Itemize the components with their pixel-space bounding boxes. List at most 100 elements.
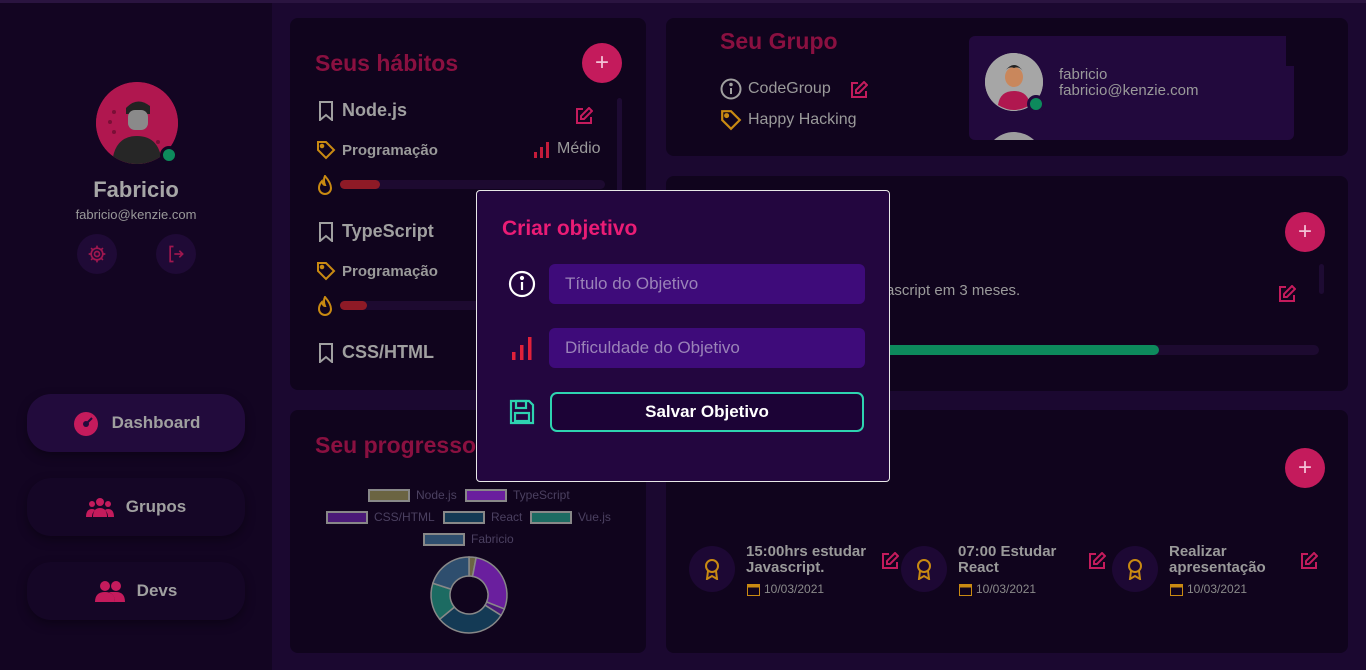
info-icon-wrap (505, 267, 539, 301)
member-avatar (985, 132, 1043, 140)
activity-date-text: 10/03/2021 (976, 582, 1037, 596)
habit-name: Node.js (318, 100, 407, 121)
nav-devs-label: Devs (136, 581, 178, 600)
modal-title: Criar objetivo (502, 217, 638, 240)
add-activity-button[interactable]: + (1285, 448, 1325, 488)
nav-dashboard[interactable]: Dashboard (27, 394, 245, 452)
create-goal-modal: Criar objetivo Salvar Objetivo (476, 190, 890, 482)
activity-title: 07:00 Estudar React (958, 543, 1057, 576)
edit-icon[interactable] (1300, 552, 1318, 570)
habit-category-text: Programação (342, 262, 438, 280)
calendar-icon (747, 583, 760, 596)
habit-name-text: TypeScript (342, 221, 434, 241)
user-email: fabricio@kenzie.com (75, 207, 197, 222)
tag-icon (317, 141, 336, 160)
legend-label: TypeScript (513, 488, 570, 502)
edit-icon[interactable] (850, 81, 868, 99)
habit-name-text: CSS/HTML (342, 342, 434, 362)
progress-donut-chart (430, 556, 508, 634)
nav-devs[interactable]: Devs (27, 562, 245, 620)
donut-slice-fabricio[interactable] (431, 556, 470, 591)
bookmark-icon (319, 100, 333, 121)
bookmark-icon (319, 342, 333, 363)
legend-label: CSS/HTML (374, 510, 435, 524)
habit-difficulty-text: Médio (557, 140, 601, 157)
users-icon (94, 581, 125, 602)
legend-item[interactable]: Node.js (368, 488, 457, 502)
edit-icon[interactable] (1278, 285, 1296, 303)
edit-icon[interactable] (881, 552, 899, 570)
fire-icon (317, 296, 333, 316)
activity-title: Realizar apresentação (1169, 543, 1266, 576)
member-list-notch (1286, 36, 1294, 66)
nav-dashboard-label: Dashboard (111, 413, 201, 432)
activity-title: 15:00hrs estudar Javascript. (746, 543, 867, 576)
logout-icon (169, 245, 184, 263)
legend-swatch (443, 510, 485, 524)
group-category: Happy Hacking (720, 109, 857, 131)
activity-date-text: 10/03/2021 (1187, 582, 1248, 596)
fire-icon (317, 175, 333, 195)
edit-icon[interactable] (575, 107, 593, 125)
signal-bars-icon (512, 337, 532, 360)
online-status-dot (160, 146, 178, 164)
legend-item[interactable]: CSS/HTML (326, 510, 435, 524)
settings-button[interactable] (77, 234, 117, 274)
habit-progress-bar (340, 301, 490, 310)
legend-item[interactable]: Fabricio (423, 532, 514, 546)
legend-item[interactable]: React (443, 510, 522, 524)
gear-icon (88, 245, 106, 263)
bookmark-icon (319, 221, 333, 242)
logout-button[interactable] (156, 234, 196, 274)
activity-medal (689, 546, 735, 592)
goals-scrollbar[interactable] (1319, 264, 1324, 294)
habit-progress-bar (340, 180, 605, 189)
calendar-icon (1170, 583, 1183, 596)
calendar-icon (959, 583, 972, 596)
user-name: Fabricio (93, 177, 179, 202)
habits-title: Seus hábitos (315, 50, 459, 76)
profile-avatar[interactable] (96, 82, 178, 164)
group-category-text: Happy Hacking (748, 111, 857, 128)
legend-item[interactable]: TypeScript (465, 488, 570, 502)
difficulty-icon-wrap (505, 331, 539, 365)
progress-title: Seu progresso (315, 432, 477, 458)
add-habit-button[interactable]: + (582, 43, 622, 83)
legend-swatch (423, 532, 465, 546)
goal-title-input[interactable] (549, 264, 865, 304)
info-icon (508, 270, 536, 298)
activity-medal (901, 546, 947, 592)
signal-bars-icon (534, 142, 549, 158)
habit-name-text: Node.js (342, 100, 408, 120)
activity-date: 10/03/2021 (1170, 582, 1247, 596)
habit-progress-fill (340, 301, 367, 310)
save-goal-button[interactable]: Salvar Objetivo (550, 392, 864, 432)
legend-label: React (491, 510, 523, 524)
medal-icon (705, 559, 719, 580)
goal-difficulty-input[interactable] (549, 328, 865, 368)
sidebar: Fabricio fabricio@kenzie.com Dashboard G… (0, 3, 272, 670)
activity-date-text: 10/03/2021 (764, 582, 825, 596)
donut-slice-typescript[interactable] (471, 556, 508, 610)
member-name: fabricio (1059, 66, 1108, 83)
medal-icon (917, 559, 931, 580)
habit-category: Programação (316, 140, 438, 160)
add-goal-button[interactable]: + (1285, 212, 1325, 252)
users-group-icon (85, 498, 114, 517)
habit-category-text: Programação (342, 141, 438, 159)
legend-swatch (326, 510, 368, 524)
habit-difficulty: Médio (533, 140, 601, 158)
legend-label: Vue.js (578, 510, 611, 524)
group-title: Seu Grupo (720, 28, 838, 54)
activity-medal (1112, 546, 1158, 592)
group-name-text: CodeGroup (748, 80, 831, 97)
medal-icon (1128, 559, 1142, 580)
legend-swatch (368, 488, 410, 502)
edit-icon[interactable] (1088, 552, 1106, 570)
nav-groups[interactable]: Grupos (27, 478, 245, 536)
group-panel: Seu Grupo CodeGroup Happy Hacking fabric… (666, 18, 1348, 156)
tag-icon (721, 110, 742, 131)
habit-category: Programação (316, 261, 438, 281)
legend-item[interactable]: Vue.js (530, 510, 611, 524)
tag-icon (317, 262, 336, 281)
